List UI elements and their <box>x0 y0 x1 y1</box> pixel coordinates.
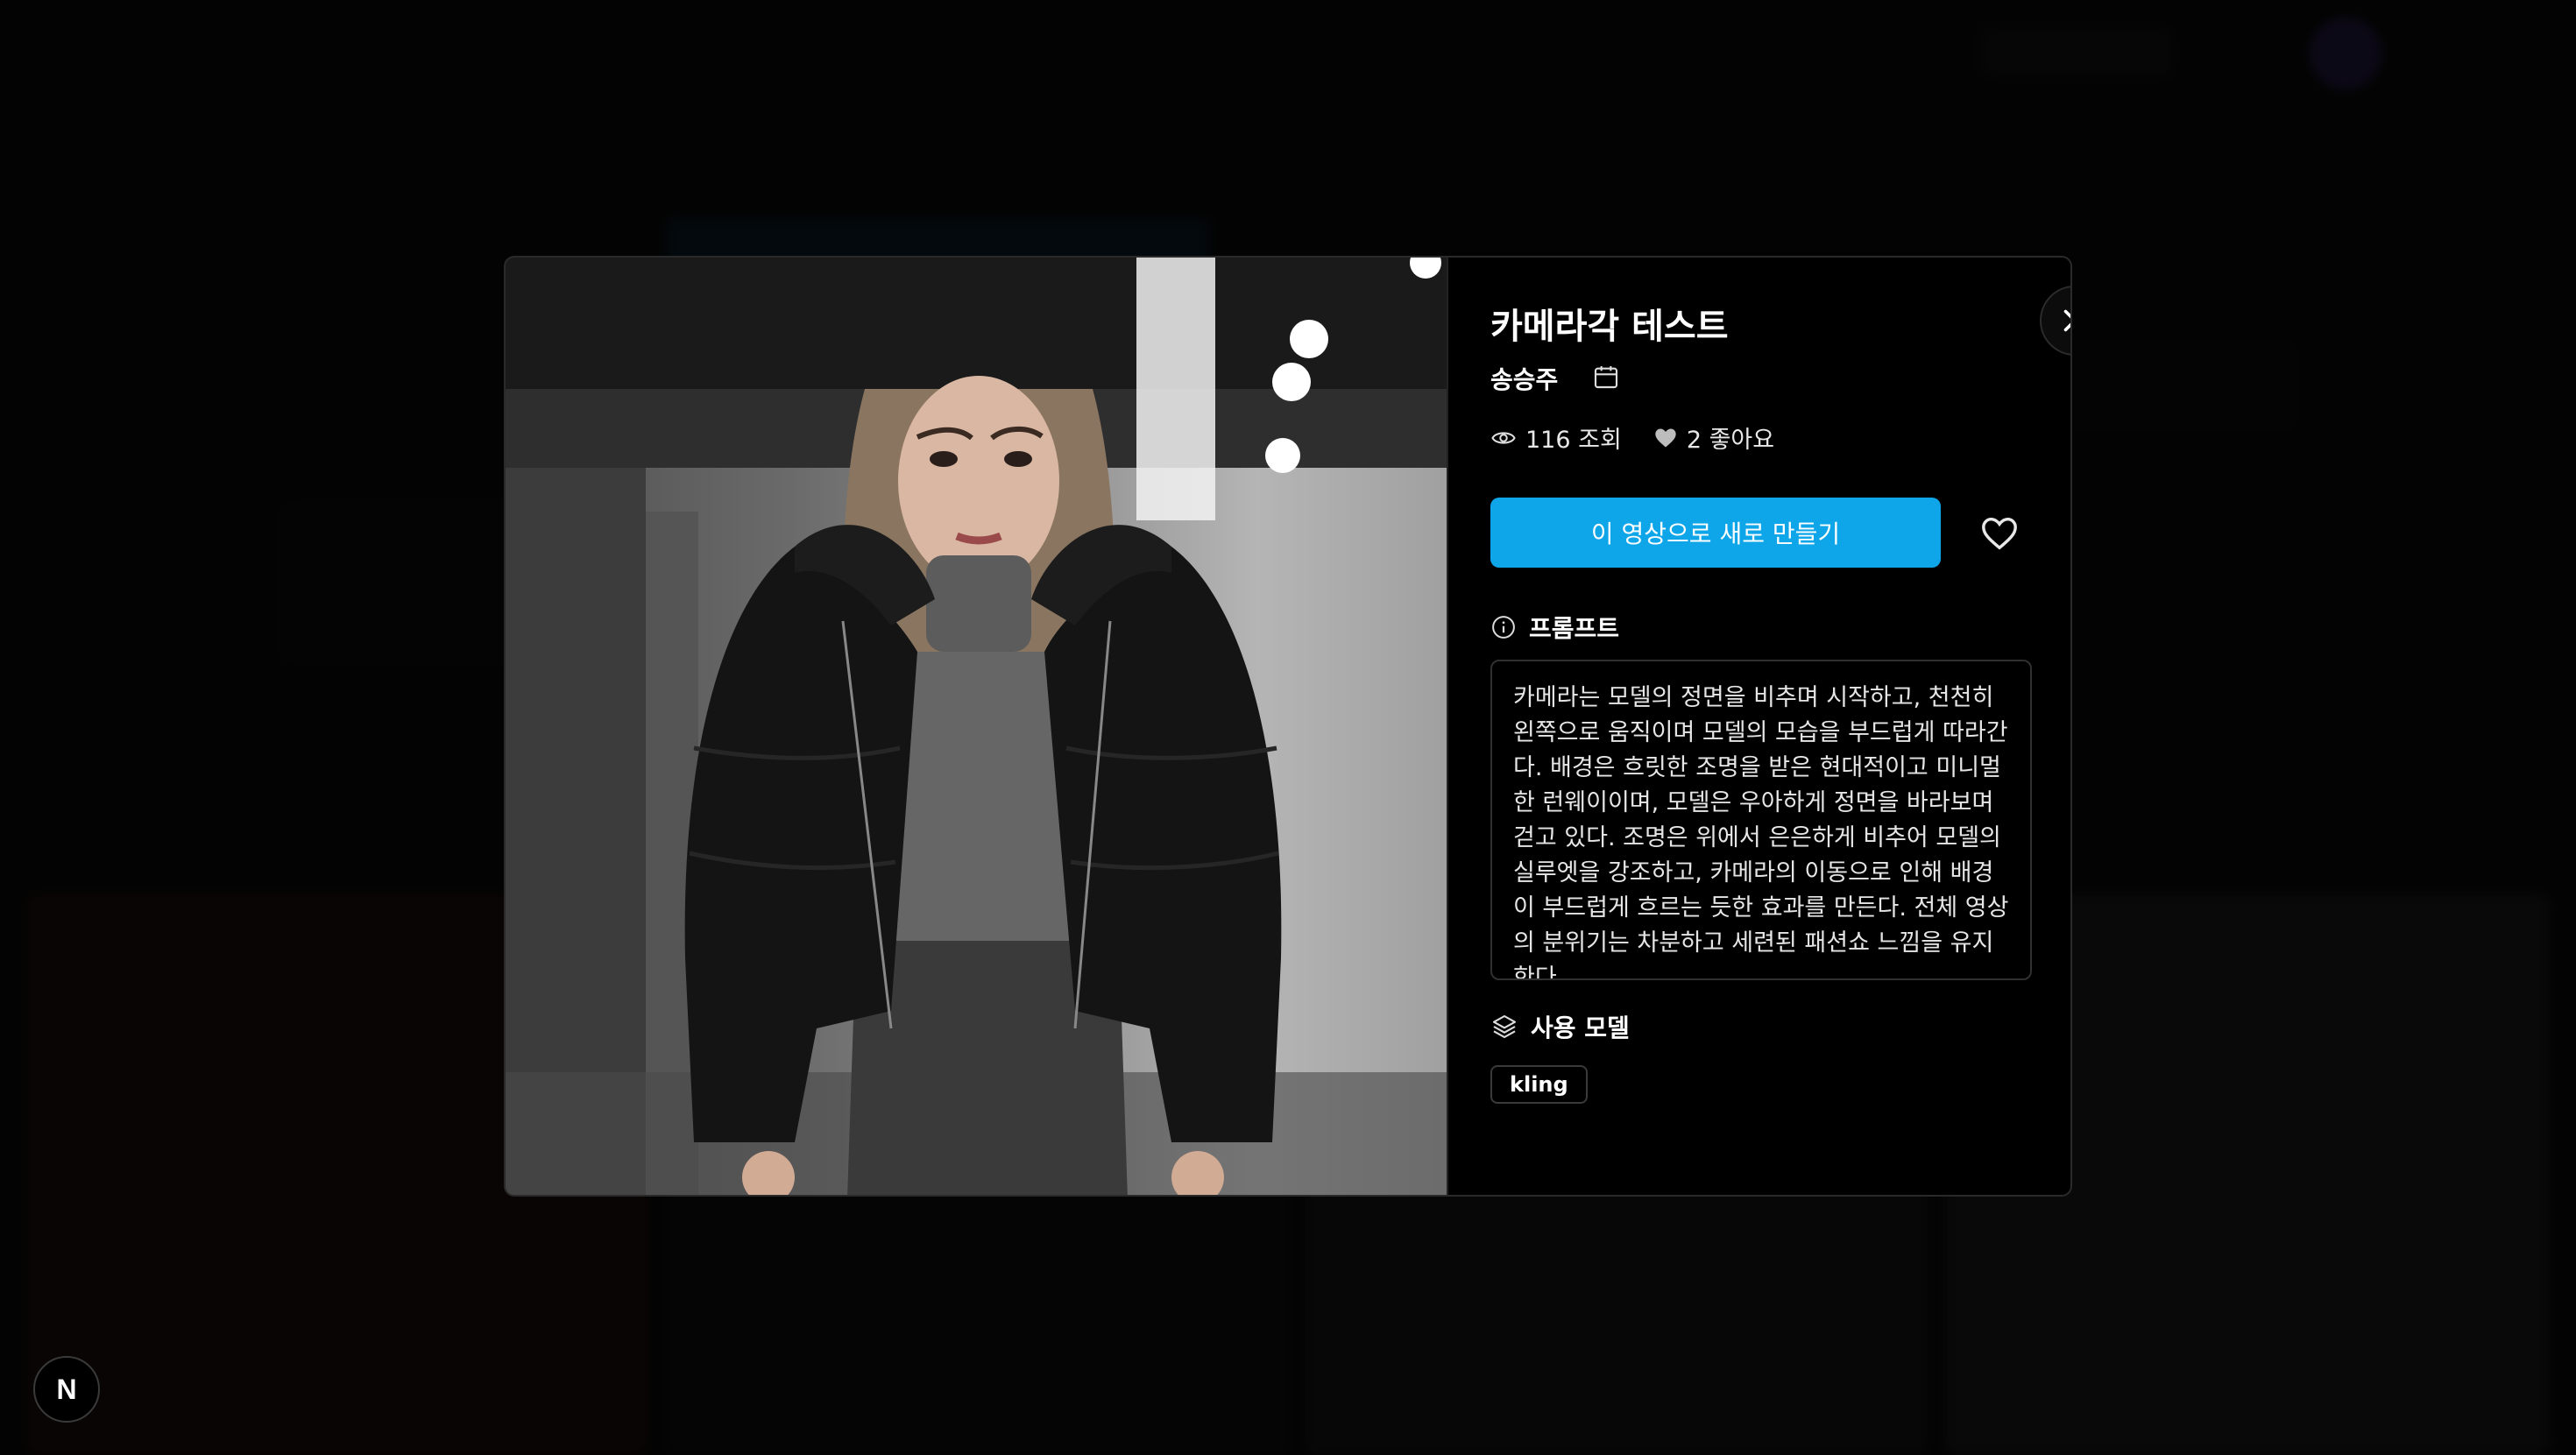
stats-row: 116 조회 2 좋아요 <box>1490 420 1774 455</box>
dev-tools-badge[interactable]: N <box>33 1356 100 1423</box>
model-heading: 사용 모델 <box>1490 1009 1630 1044</box>
heart-outline-icon <box>1982 517 2017 550</box>
model-heading-label: 사용 모델 <box>1531 1014 1630 1042</box>
info-icon <box>1490 614 1517 640</box>
video-preview[interactable] <box>506 258 1447 1195</box>
detail-panel: 카메라각 테스트 송승주 116 조회 2 좋아요 이 영상으로 새로 만들기 … <box>1490 258 2070 1195</box>
create-from-video-button[interactable]: 이 영상으로 새로 만들기 <box>1490 498 1941 568</box>
prompt-heading: 프롬프트 <box>1490 610 1619 645</box>
prompt-text: 카메라는 모델의 정면을 비추며 시작하고, 천천히 왼쪽으로 움직이며 모델의… <box>1490 660 2032 980</box>
close-button[interactable] <box>2040 286 2070 356</box>
video-title: 카메라각 테스트 <box>1490 307 1729 347</box>
video-detail-modal: 카메라각 테스트 송승주 116 조회 2 좋아요 이 영상으로 새로 만들기 … <box>504 256 2072 1197</box>
page: 카메라각 테스트 송승주 116 조회 2 좋아요 이 영상으로 새로 만들기 … <box>0 0 2576 1455</box>
author-name[interactable]: 송승주 <box>1490 361 1558 396</box>
views-count: 116 조회 <box>1525 427 1622 454</box>
heart-filled-icon <box>1653 426 1678 450</box>
like-button[interactable] <box>1978 512 2021 555</box>
runway-model-illustration <box>506 258 1447 1195</box>
eye-icon <box>1490 425 1517 451</box>
calendar-icon <box>1594 366 1618 389</box>
model-tag: kling <box>1490 1065 1588 1104</box>
layers-icon <box>1490 1013 1518 1041</box>
prompt-heading-label: 프롬프트 <box>1529 614 1620 643</box>
modal-divider <box>1447 258 1448 1195</box>
likes-count: 2 좋아요 <box>1686 427 1775 454</box>
close-icon <box>2063 309 2070 332</box>
